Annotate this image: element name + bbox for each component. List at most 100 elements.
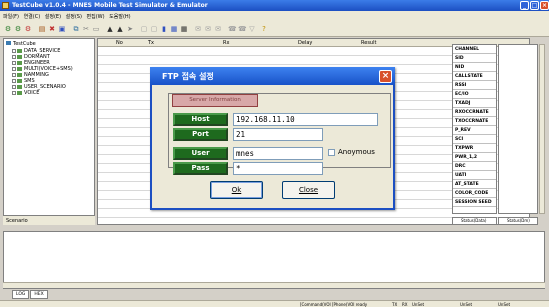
- param-item[interactable]: CHANNEL: [453, 45, 496, 54]
- folder-icon: [17, 60, 22, 65]
- port-field[interactable]: 21: [233, 128, 323, 141]
- tab-status-dm[interactable]: Status(Dm): [498, 217, 538, 225]
- menu-edit[interactable]: 편집(W): [87, 13, 105, 20]
- folder-icon[interactable]: ▤: [38, 25, 46, 33]
- status-unset-3: UnSet: [498, 302, 511, 307]
- menu-help[interactable]: 도움말(H): [109, 13, 130, 20]
- expand-icon[interactable]: [12, 84, 16, 89]
- col-no[interactable]: No: [116, 40, 123, 46]
- port-label: Port: [173, 128, 228, 141]
- expand-icon[interactable]: [12, 66, 16, 71]
- tree-item-voice[interactable]: VOICE: [12, 90, 73, 96]
- param-item[interactable]: TXADJ: [453, 99, 496, 108]
- status-unset-1: UnSet: [412, 302, 425, 307]
- param-item[interactable]: NID: [453, 63, 496, 72]
- close-button[interactable]: Close: [282, 181, 335, 199]
- tab-status-data[interactable]: Status(Data): [452, 217, 497, 225]
- cut-icon[interactable]: ✂: [82, 25, 90, 33]
- copy-icon[interactable]: ⧉: [72, 25, 80, 33]
- call-icon[interactable]: ☎: [228, 25, 237, 33]
- app-icon: [2, 2, 9, 9]
- param-item[interactable]: TXPWR: [453, 144, 496, 153]
- param-item[interactable]: RSSI: [453, 81, 496, 90]
- grid-icon[interactable]: ▦: [180, 25, 188, 33]
- host-field[interactable]: 192.168.11.10: [233, 113, 378, 126]
- expand-icon[interactable]: [12, 48, 16, 53]
- param-item[interactable]: PWR_1,2: [453, 153, 496, 162]
- paste-icon[interactable]: ▭: [92, 25, 100, 33]
- connect-icon[interactable]: ⚙: [4, 25, 12, 33]
- expand-icon[interactable]: [12, 72, 16, 77]
- status-value-list: [498, 44, 538, 214]
- status-unset-2: UnSet: [460, 302, 473, 307]
- scenario-tree: TestCube DATA_SERVICE DORMANT ENGINEER M…: [3, 38, 95, 225]
- send-icon[interactable]: ✉: [214, 25, 222, 33]
- password-field[interactable]: *: [233, 162, 323, 175]
- toolbar: ⚙ ⚙ ⚙ ▤ ✖ ▣ ⧉ ✂ ▭ ▲ ▲ ➤ ▢ ▢ ▮ ▦ ▦ ✉ ✉ ✉ …: [0, 21, 549, 37]
- chart-icon[interactable]: ▲: [106, 25, 114, 33]
- help-icon[interactable]: ?: [260, 25, 268, 33]
- tab-hex[interactable]: HEX: [30, 290, 48, 299]
- host-label: Host: [173, 113, 228, 126]
- param-item[interactable]: COLOR_CODE: [453, 189, 496, 198]
- param-item[interactable]: P_REV: [453, 126, 496, 135]
- param-item[interactable]: SESSION SEED: [453, 198, 496, 207]
- expand-icon[interactable]: [12, 90, 16, 95]
- record-icon[interactable]: ▮: [160, 25, 168, 33]
- param-item[interactable]: UATI: [453, 171, 496, 180]
- sms-icon[interactable]: ✉: [194, 25, 202, 33]
- tree-root[interactable]: TestCube: [6, 41, 36, 47]
- col-delay[interactable]: Delay: [298, 40, 312, 46]
- param-item[interactable]: RXOCCRNATE: [453, 108, 496, 117]
- graph-icon[interactable]: ▲: [116, 25, 124, 33]
- monitor-icon[interactable]: ▦: [170, 25, 178, 33]
- menu-settings-e[interactable]: 설정(E): [45, 13, 61, 20]
- col-result[interactable]: Result: [361, 40, 376, 46]
- expand-icon[interactable]: [12, 78, 16, 83]
- hangup-icon[interactable]: ☎: [238, 25, 247, 33]
- param-item[interactable]: SCI: [453, 135, 496, 144]
- folder-icon: [17, 48, 22, 53]
- box-icon[interactable]: ▢: [140, 25, 148, 33]
- dialog-close-icon[interactable]: ×: [379, 70, 392, 83]
- status-bar: [Command(VOI [Phone(VOI ready TX RX UnSe…: [0, 300, 549, 307]
- link-icon[interactable]: ⚙: [14, 25, 22, 33]
- menu-file[interactable]: 파일(F): [3, 13, 19, 20]
- status-tx: TX: [392, 302, 398, 307]
- scenario-tab[interactable]: Scenario: [3, 215, 95, 225]
- expand-icon[interactable]: [12, 54, 16, 59]
- close-window-button[interactable]: ×: [540, 1, 549, 10]
- user-field[interactable]: mnes: [233, 147, 323, 160]
- col-rx[interactable]: Rx: [223, 40, 229, 46]
- server-information-button[interactable]: Server Information: [172, 94, 258, 107]
- param-item[interactable]: TXOCCRNATE: [453, 117, 496, 126]
- menu-settings-s[interactable]: 설정(S): [66, 13, 82, 20]
- param-item[interactable]: EC/IO: [453, 90, 496, 99]
- folder-icon: [17, 84, 22, 89]
- param-item[interactable]: CALLSTATE: [453, 72, 496, 81]
- param-item[interactable]: DRC: [453, 162, 496, 171]
- maximize-button[interactable]: □: [530, 1, 539, 10]
- status-scrollbar[interactable]: [539, 44, 545, 214]
- output-scrollbar[interactable]: [3, 282, 545, 288]
- disconnect-icon[interactable]: ⚙: [24, 25, 32, 33]
- mail-icon[interactable]: ✉: [204, 25, 212, 33]
- filter-icon[interactable]: ▽: [248, 25, 256, 33]
- ok-button[interactable]: Ok: [210, 181, 263, 199]
- anonymous-checkbox[interactable]: [328, 149, 335, 156]
- col-tx[interactable]: Tx: [148, 40, 154, 46]
- expand-icon[interactable]: [12, 60, 16, 65]
- menu-connect[interactable]: 연결(C): [24, 13, 41, 20]
- arrow-icon[interactable]: ➤: [126, 25, 134, 33]
- param-item[interactable]: SID: [453, 54, 496, 63]
- param-item[interactable]: AT_STATE: [453, 180, 496, 189]
- tree-root-icon: [6, 41, 11, 45]
- tool-icon[interactable]: ✖: [48, 25, 56, 33]
- save-icon[interactable]: ▣: [58, 25, 66, 33]
- minimize-button[interactable]: _: [520, 1, 529, 10]
- stop-icon[interactable]: ▢: [150, 25, 158, 33]
- tab-log[interactable]: LOG: [12, 290, 30, 299]
- title-bar: TestCube v1.0.4 - MNES Mobile Test Simul…: [0, 0, 549, 11]
- anonymous-label[interactable]: Anoymous: [338, 148, 375, 156]
- dialog-title: FTP 접속 설정: [162, 72, 214, 81]
